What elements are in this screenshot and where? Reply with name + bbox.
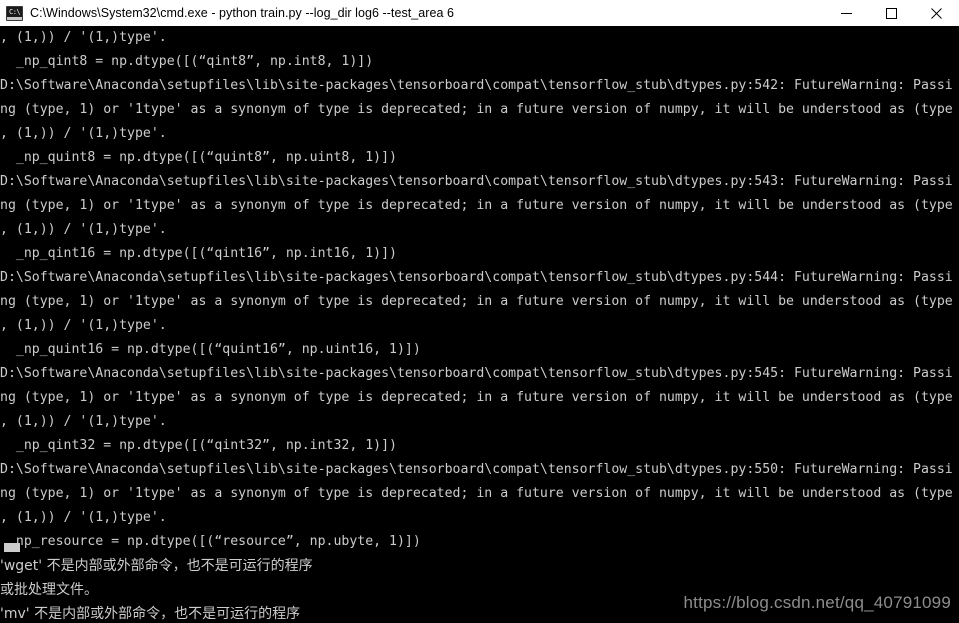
console-line-list: , (1,)) / '(1,)type'. _np_qint8 = np.dty… — [0, 26, 959, 623]
minimize-icon — [841, 12, 852, 14]
console-line: _np_qint16 = np.dtype([(“qint16”, np.int… — [0, 246, 397, 261]
console-line: ng (type, 1) or '1type' as a synonym of … — [0, 294, 953, 309]
cmd-console-icon: C:\ — [6, 5, 23, 21]
console-line: , (1,)) / '(1,)type'. — [0, 126, 167, 141]
cmd-console-icon-glyph: C:\ — [9, 7, 21, 16]
console-line: ng (type, 1) or '1type' as a synonym of … — [0, 198, 953, 213]
watermark: https://blog.csdn.net/qq_40791099 — [683, 593, 951, 612]
window-titlebar[interactable]: C:\ C:\Windows\System32\cmd.exe - python… — [0, 0, 959, 26]
console-line: _np_quint8 = np.dtype([(“quint8”, np.uin… — [0, 150, 397, 165]
console-line: , (1,)) / '(1,)type'. — [0, 30, 167, 45]
console-line: D:\Software\Anaconda\setupfiles\lib\site… — [0, 366, 953, 381]
console-line: , (1,)) / '(1,)type'. — [0, 414, 167, 429]
console-line: 'wget' 不是内部或外部命令，也不是可运行的程序 — [0, 558, 313, 574]
console-line: np_resource = np.dtype([(“resource”, np.… — [0, 534, 421, 549]
console-line: D:\Software\Anaconda\setupfiles\lib\site… — [0, 78, 953, 93]
console-line: _np_qint8 = np.dtype([(“qint8”, np.int8,… — [0, 54, 374, 69]
cmd-console-icon-bar — [7, 16, 22, 20]
console-line: ng (type, 1) or '1type' as a synonym of … — [0, 486, 953, 501]
console-line: _np_qint32 = np.dtype([(“qint32”, np.int… — [0, 438, 397, 453]
close-icon — [931, 7, 942, 19]
maximize-icon — [886, 7, 897, 19]
console-line: ng (type, 1) or '1type' as a synonym of … — [0, 102, 953, 117]
console-line: , (1,)) / '(1,)type'. — [0, 510, 167, 525]
console-output-area[interactable]: , (1,)) / '(1,)type'. _np_qint8 = np.dty… — [0, 26, 959, 623]
cmd-window: C:\ C:\Windows\System32\cmd.exe - python… — [0, 0, 959, 623]
console-line: , (1,)) / '(1,)type'. — [0, 222, 167, 237]
window-controls — [824, 0, 959, 26]
console-line: _np_quint16 = np.dtype([(“quint16”, np.u… — [0, 342, 421, 357]
console-line: D:\Software\Anaconda\setupfiles\lib\site… — [0, 462, 953, 477]
minimize-button[interactable] — [824, 0, 869, 26]
window-title: C:\Windows\System32\cmd.exe - python tra… — [30, 6, 455, 20]
console-line: ng (type, 1) or '1type' as a synonym of … — [0, 390, 953, 405]
maximize-button[interactable] — [869, 0, 914, 26]
console-line: , (1,)) / '(1,)type'. — [0, 318, 167, 333]
close-button[interactable] — [914, 0, 959, 26]
console-cursor — [4, 543, 20, 552]
console-line: D:\Software\Anaconda\setupfiles\lib\site… — [0, 270, 953, 285]
console-line: D:\Software\Anaconda\setupfiles\lib\site… — [0, 174, 953, 189]
